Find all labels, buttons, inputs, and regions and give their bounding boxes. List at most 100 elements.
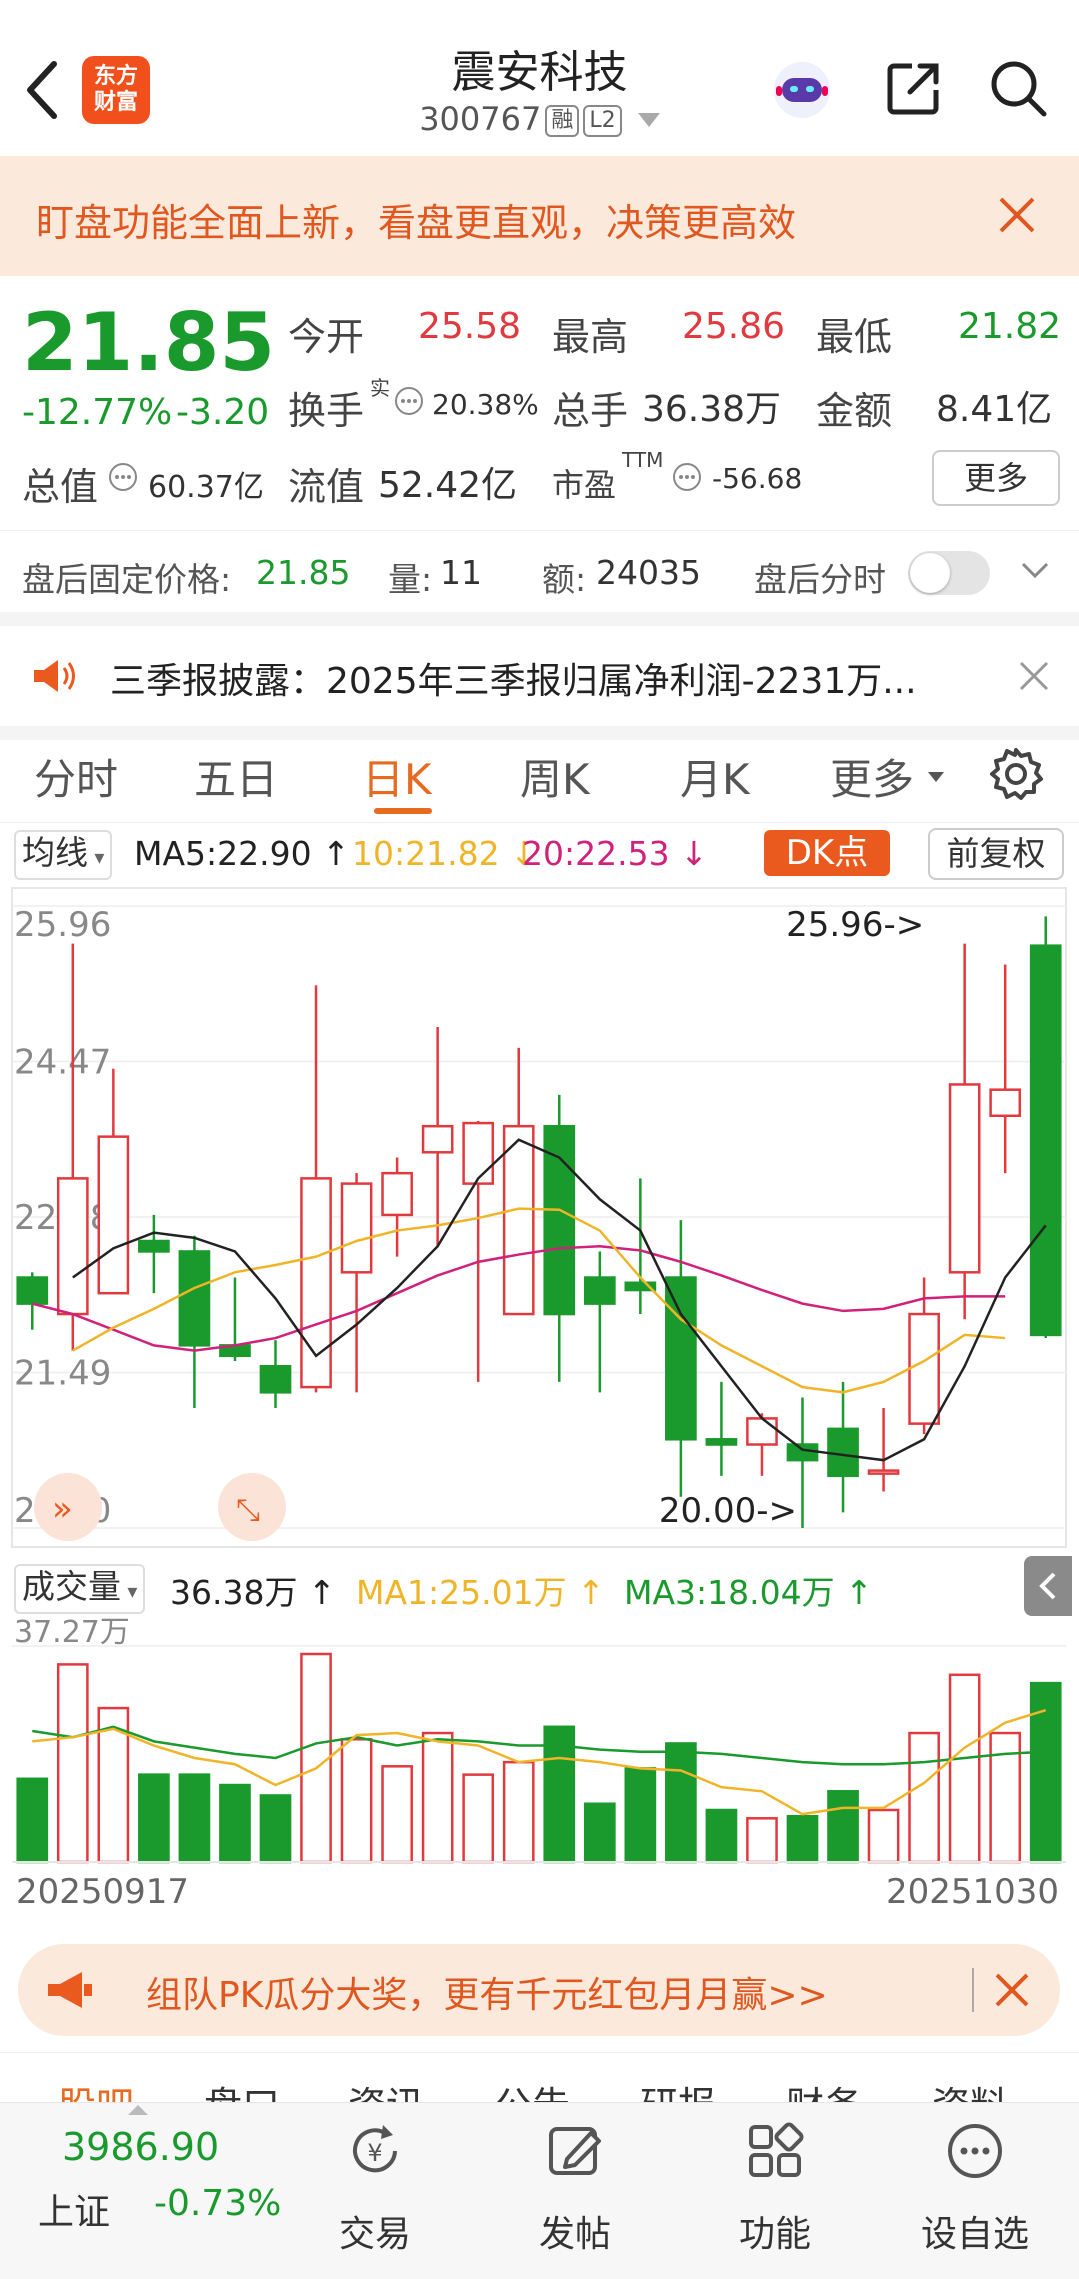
chevron-down-icon[interactable] bbox=[1020, 561, 1050, 581]
nav-post-label: 发帖 bbox=[538, 2214, 611, 2255]
ma20-legend: 20:22.53 ↓ bbox=[522, 834, 708, 873]
more-dots-icon[interactable] bbox=[672, 462, 702, 492]
tab-daily-k[interactable]: 日K bbox=[362, 746, 432, 807]
stock-code: 300767 bbox=[419, 100, 542, 138]
indicator-select-label: 成交量 bbox=[22, 1567, 121, 1606]
market-cap-value: 60.37亿 bbox=[148, 470, 264, 505]
vol-ma3-legend: MA3:18.04万 ↑ bbox=[624, 1573, 873, 1612]
robot-assistant-icon[interactable] bbox=[770, 56, 834, 120]
promo-banner[interactable]: 组队PK瓜分大奖，更有千元红包月月赢>> bbox=[18, 1944, 1060, 2036]
price-axis-label: 24.47 bbox=[14, 1043, 111, 1083]
notice-bar[interactable]: 三季报披露：2025年三季报归属净利润-2231万... bbox=[0, 612, 1079, 740]
volume-bar bbox=[462, 1773, 495, 1864]
ma-select[interactable]: 均线 ▾ bbox=[14, 830, 113, 880]
candle-body bbox=[827, 1427, 859, 1478]
vol-ma1-legend: MA1:25.01万 ↑ bbox=[356, 1573, 605, 1612]
volume-bar bbox=[786, 1814, 819, 1864]
caret-down-icon bbox=[637, 113, 660, 127]
volume-bar bbox=[16, 1777, 49, 1864]
dk-point-button[interactable]: DK点 bbox=[764, 830, 890, 876]
volume-bar bbox=[421, 1731, 454, 1864]
tab-weekly-k[interactable]: 周K bbox=[520, 746, 590, 807]
volume-bar bbox=[219, 1783, 251, 1864]
index-value: 3986.90 bbox=[62, 2125, 220, 2169]
candle-body bbox=[502, 1124, 535, 1316]
candle-body bbox=[381, 1171, 413, 1217]
tab-profile[interactable]: 资料 bbox=[932, 2075, 1008, 2103]
tab-forum[interactable]: 股吧 bbox=[58, 2075, 134, 2103]
adjust-button[interactable]: 前复权 bbox=[928, 828, 1064, 880]
ma20-value: 20:22.53 bbox=[522, 834, 670, 873]
timeshare-toggle[interactable] bbox=[908, 551, 990, 595]
collapse-left-button[interactable] bbox=[1024, 1556, 1072, 1616]
candle-body bbox=[462, 1121, 495, 1185]
volume-bar bbox=[948, 1673, 981, 1864]
low-price-marker: 20.00-> bbox=[659, 1491, 797, 1531]
volume-value: 36.38万 bbox=[642, 389, 782, 430]
volume-bar bbox=[300, 1652, 332, 1864]
settings-gear-icon[interactable] bbox=[988, 746, 1044, 802]
volume-bar bbox=[340, 1738, 373, 1864]
pe-value: -56.68 bbox=[712, 462, 803, 495]
more-dots-icon[interactable] bbox=[394, 386, 424, 416]
price-axis-label: 21.49 bbox=[14, 1354, 111, 1394]
close-icon[interactable] bbox=[994, 1972, 1030, 2008]
candlestick-chart[interactable]: 25.9624.4722.9821.4920.0025.96->20.00->»… bbox=[0, 880, 1079, 1555]
ma10-legend: 10:21.82 ↓ bbox=[352, 834, 538, 873]
nav-functions[interactable]: 功能 bbox=[700, 2103, 850, 2279]
candle-body bbox=[908, 1312, 940, 1425]
nav-post[interactable]: 发帖 bbox=[500, 2103, 650, 2279]
search-icon[interactable] bbox=[986, 56, 1050, 120]
float-cap-value: 52.42亿 bbox=[378, 465, 518, 506]
volume-chart[interactable]: 37.27万 bbox=[0, 1614, 1079, 1884]
open-label: 今开 bbox=[288, 315, 365, 359]
nav-add-watchlist[interactable]: 设自选 bbox=[900, 2103, 1050, 2279]
svg-text:¥: ¥ bbox=[367, 2139, 382, 2167]
vol-ma3-value: MA3:18.04万 bbox=[624, 1573, 835, 1612]
tab-financials[interactable]: 财务 bbox=[786, 2075, 862, 2103]
pe-sup: TTM bbox=[622, 448, 664, 472]
tab-research[interactable]: 研报 bbox=[640, 2075, 716, 2103]
indicator-select[interactable]: 成交量 ▾ bbox=[14, 1564, 146, 1614]
tab-orderbook[interactable]: 盘口 bbox=[204, 2075, 280, 2103]
volume-bar bbox=[583, 1802, 616, 1864]
close-icon[interactable] bbox=[1018, 660, 1050, 692]
turnover-sup: 实 bbox=[370, 376, 390, 400]
candle-body bbox=[665, 1276, 697, 1441]
after-price-value: 21.85 bbox=[256, 553, 351, 592]
tab-announcements[interactable]: 公告 bbox=[494, 2075, 570, 2103]
after-amt-value: 24035 bbox=[596, 553, 701, 592]
feature-banner[interactable]: 盯盘功能全面上新，看盘更直观，决策更高效 bbox=[0, 156, 1079, 276]
turnover-label: 换手 bbox=[288, 389, 365, 433]
share-icon[interactable] bbox=[882, 56, 946, 120]
nav-trade-label: 交易 bbox=[338, 2214, 411, 2255]
nav-functions-label: 功能 bbox=[738, 2214, 811, 2255]
tab-timeshare[interactable]: 分时 bbox=[34, 746, 118, 807]
close-icon[interactable] bbox=[998, 196, 1036, 234]
tab-news[interactable]: 资讯 bbox=[348, 2075, 424, 2103]
tab-more[interactable]: 更多 bbox=[830, 746, 914, 807]
ma-select-label: 均线 bbox=[22, 833, 88, 872]
candle-body bbox=[948, 1083, 981, 1274]
candle-body bbox=[705, 1438, 738, 1446]
amount-value: 8.41亿 bbox=[936, 389, 1053, 430]
period-tabs: 分时 五日 日K 周K 月K 更多 bbox=[0, 726, 1079, 823]
volume-bar bbox=[665, 1742, 697, 1864]
margin-tag: 融 bbox=[545, 105, 580, 137]
high-price-marker: 25.96-> bbox=[786, 905, 924, 945]
market-cap-label: 总值 bbox=[22, 465, 99, 509]
low-label: 最低 bbox=[816, 315, 893, 359]
nav-trade[interactable]: ¥ 交易 bbox=[300, 2103, 450, 2279]
more-button[interactable]: 更多 bbox=[932, 450, 1060, 506]
after-price-label: 盘后固定价格: bbox=[22, 560, 232, 599]
volume-legend-value: 36.38万 bbox=[170, 1573, 298, 1612]
double-chevron-icon: » bbox=[52, 1489, 73, 1529]
candle-body bbox=[178, 1250, 211, 1347]
index-widget[interactable]: 3986.90 上证 -0.73% bbox=[0, 2103, 290, 2279]
index-name: 上证 bbox=[38, 2192, 111, 2233]
tab-monthly-k[interactable]: 月K bbox=[680, 746, 750, 807]
volume-label: 总手 bbox=[552, 389, 629, 433]
tab-five-day[interactable]: 五日 bbox=[194, 746, 278, 807]
more-dots-icon[interactable] bbox=[108, 462, 138, 492]
after-hours-row: 盘后固定价格: 21.85 量: 11 额: 24035 盘后分时 bbox=[0, 530, 1079, 611]
